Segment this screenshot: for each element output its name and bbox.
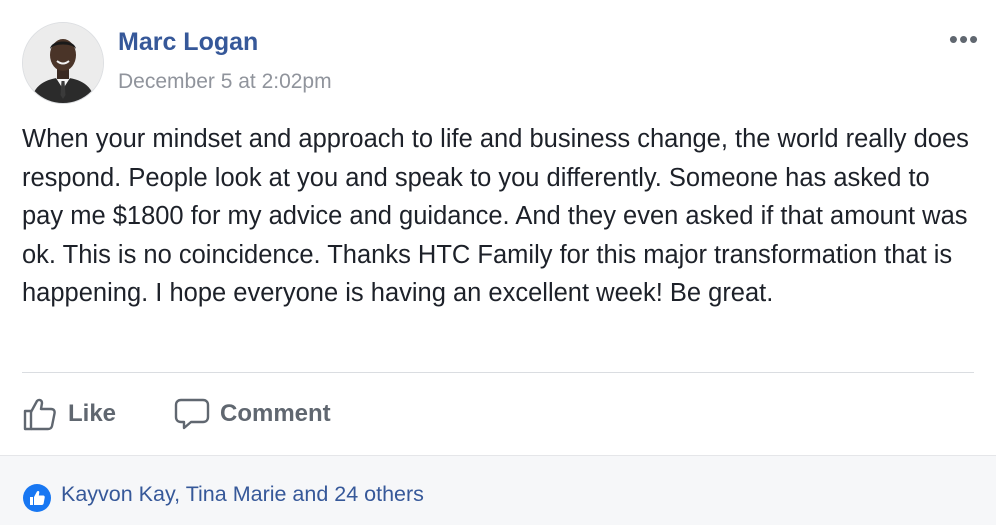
facebook-post: Marc Logan December 5 at 2:02pm ••• When… xyxy=(0,0,996,525)
thumbs-up-icon xyxy=(23,398,56,431)
like-label: Like xyxy=(68,400,117,427)
likers-summary-link[interactable]: Kayvon Kay, Tina Marie and 24 others xyxy=(61,482,424,507)
avatar-photo xyxy=(23,23,103,103)
author-avatar[interactable] xyxy=(22,22,104,104)
comment-button[interactable]: Comment xyxy=(174,392,331,436)
comment-bubble-icon xyxy=(174,398,210,430)
more-options-icon[interactable]: ••• xyxy=(944,24,984,54)
post-body: When your mindset and approach to life a… xyxy=(22,125,969,307)
divider xyxy=(22,372,974,373)
comment-label: Comment xyxy=(220,400,331,427)
author-name[interactable]: Marc Logan xyxy=(118,28,258,57)
post-timestamp[interactable]: December 5 at 2:02pm xyxy=(118,70,332,94)
like-reaction-icon[interactable] xyxy=(22,483,52,513)
like-button[interactable]: Like xyxy=(22,392,116,436)
reactions-bar: Kayvon Kay, Tina Marie and 24 others xyxy=(0,455,996,525)
